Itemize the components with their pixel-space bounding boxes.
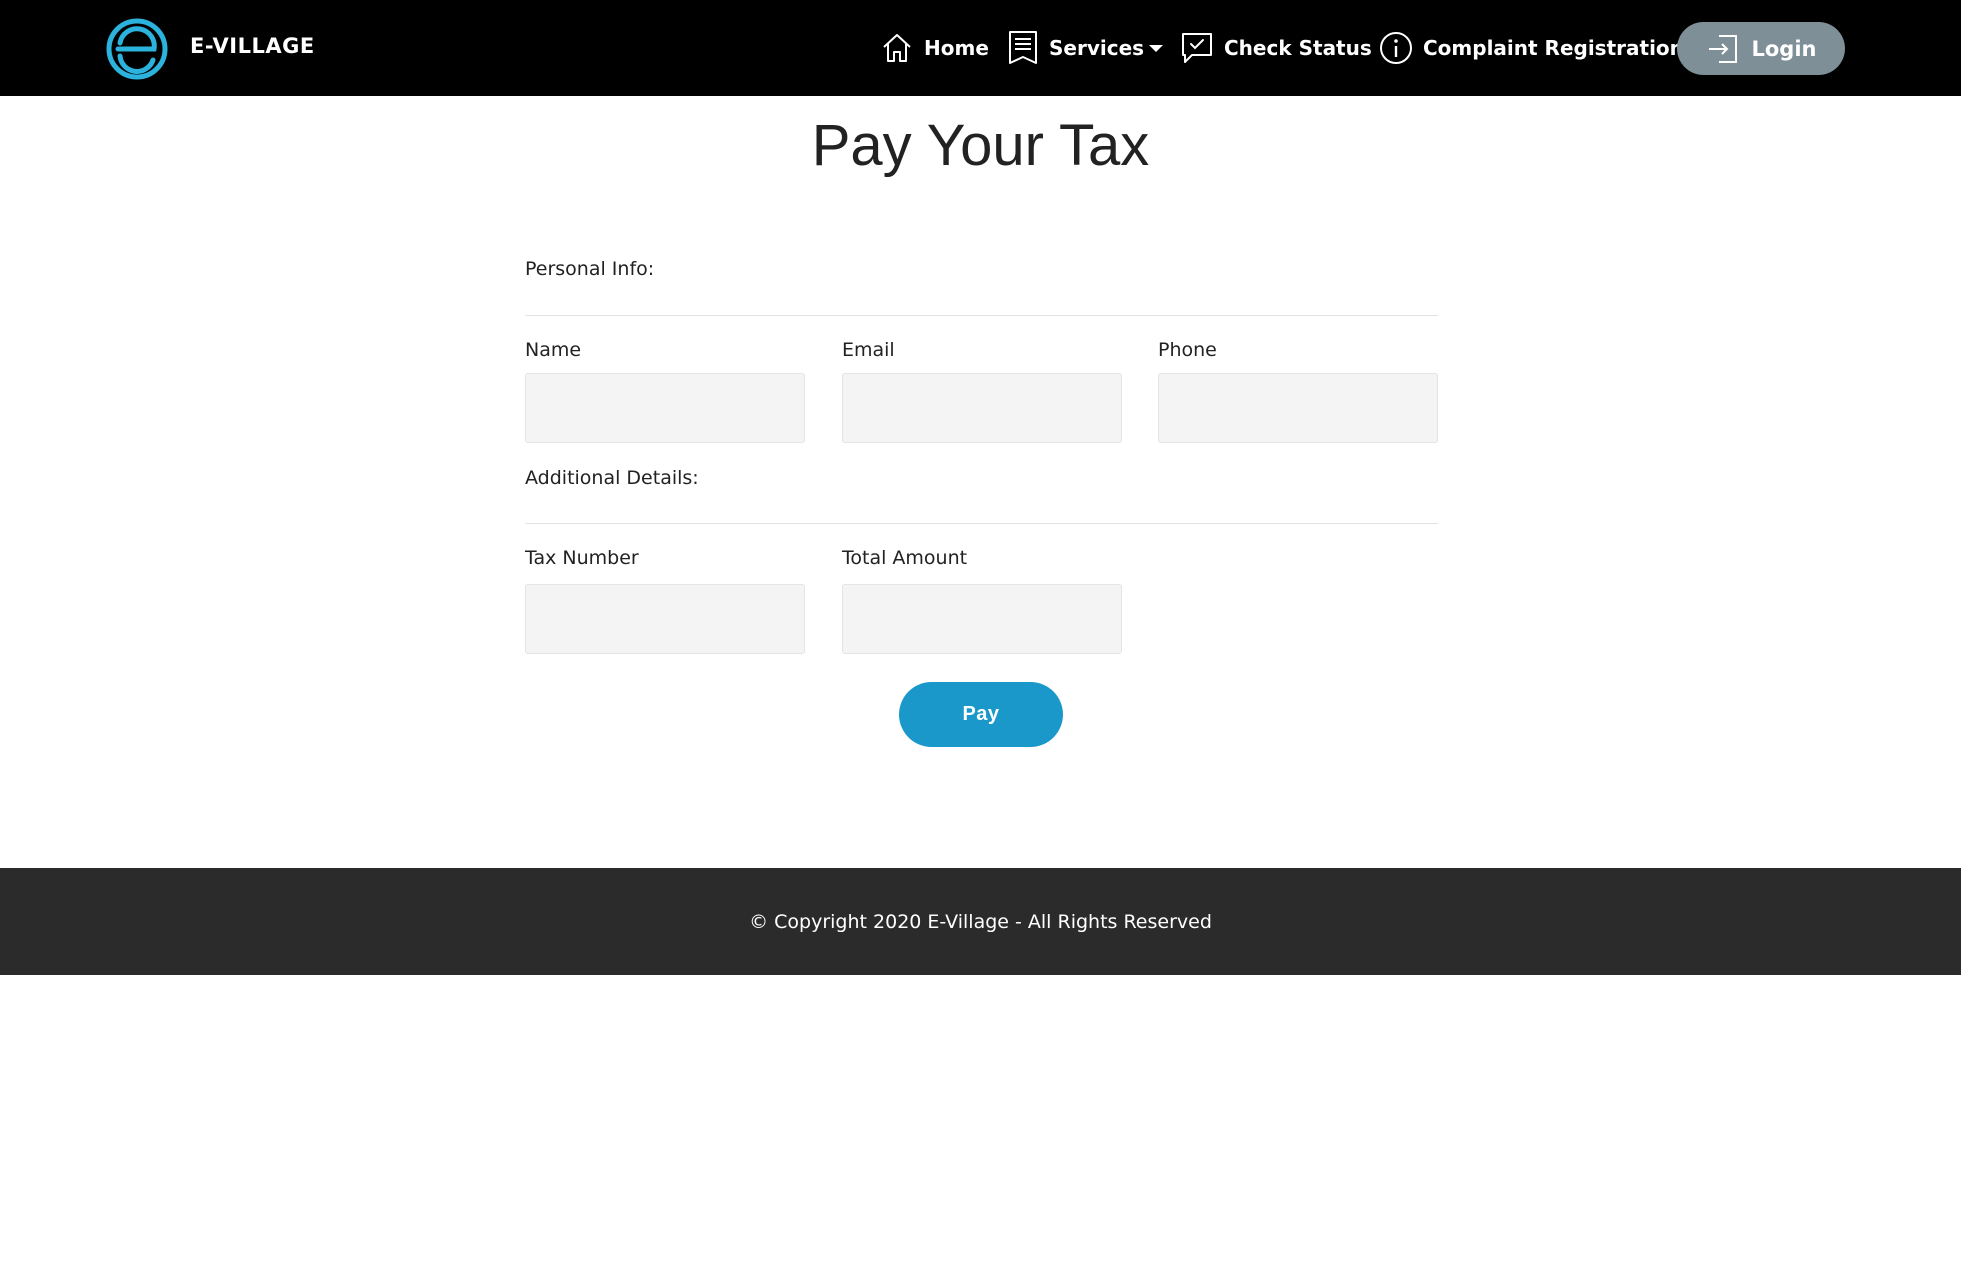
tax-number-input[interactable]	[525, 584, 805, 654]
phone-label: Phone	[1158, 339, 1217, 361]
nav-services[interactable]: Services	[1007, 28, 1164, 68]
tax-number-label: Tax Number	[525, 547, 639, 569]
divider	[525, 315, 1438, 316]
brand-name[interactable]: E-VILLAGE	[190, 34, 315, 58]
login-label: Login	[1751, 36, 1817, 61]
services-icon	[1009, 31, 1037, 64]
nav-home[interactable]: Home	[880, 28, 989, 68]
personal-info-heading: Personal Info:	[525, 258, 655, 280]
total-amount-input[interactable]	[842, 584, 1122, 654]
nav-complaint-label: Complaint Registration	[1423, 36, 1684, 60]
email-label: Email	[842, 339, 895, 361]
footer: © Copyright 2020 E-Village - All Rights …	[0, 868, 1961, 975]
login-button[interactable]: Login	[1677, 22, 1845, 75]
name-input[interactable]	[525, 373, 805, 443]
nav-check-status[interactable]: Check Status	[1180, 28, 1372, 68]
nav-home-label: Home	[924, 36, 989, 60]
total-amount-label: Total Amount	[842, 547, 968, 569]
nav-complaint-registration[interactable]: Complaint Registration	[1379, 28, 1684, 68]
info-icon	[1380, 32, 1412, 64]
pay-button[interactable]: Pay	[899, 682, 1063, 747]
top-navbar: E-VILLAGE Home Services Check Status Com…	[0, 0, 1961, 96]
login-icon	[1708, 34, 1737, 63]
chevron-down-icon	[1149, 44, 1164, 52]
nav-services-label: Services	[1049, 36, 1145, 60]
name-label: Name	[525, 339, 582, 361]
copyright-text: © Copyright 2020 E-Village - All Rights …	[749, 910, 1212, 933]
divider	[525, 523, 1438, 524]
additional-details-heading: Additional Details:	[525, 467, 699, 489]
nav-check-status-label: Check Status	[1224, 36, 1372, 60]
chat-check-icon	[1182, 33, 1212, 63]
e-village-logo-icon[interactable]	[104, 16, 170, 82]
phone-input[interactable]	[1158, 373, 1438, 443]
page-title: Pay Your Tax	[811, 113, 1150, 178]
email-input[interactable]	[842, 373, 1122, 443]
home-icon	[883, 34, 911, 62]
